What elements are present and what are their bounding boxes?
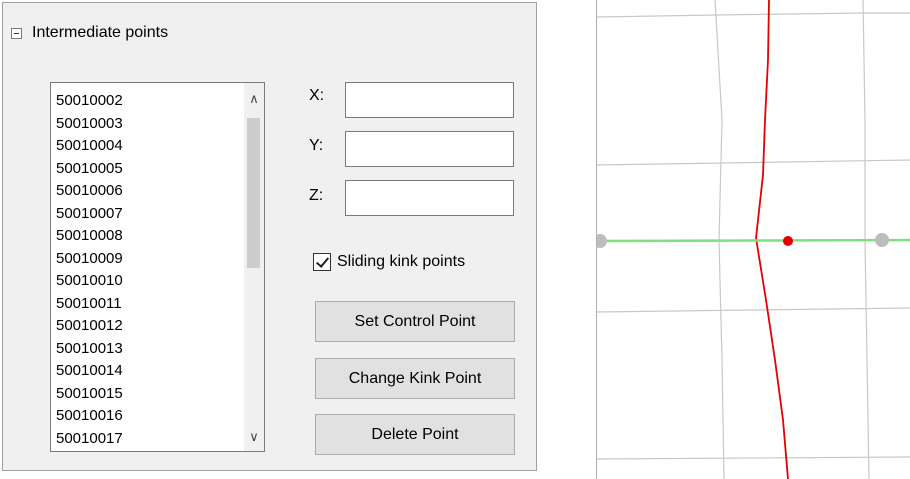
graphics-viewport[interactable] [596,0,910,479]
green-connector [597,238,910,243]
control-point-right [875,233,889,247]
delete-point-button[interactable]: Delete Point [315,414,515,455]
points-list: 50010002 50010003 50010004 50010005 50010006… [56,90,123,450]
list-item[interactable]: 50010016 [56,405,123,428]
grid-line [597,456,910,460]
list-item[interactable]: 50010014 [56,360,123,383]
group-header: Intermediate points [11,23,168,43]
list-item[interactable]: 50010013 [56,338,123,361]
scroll-thumb[interactable] [247,118,260,268]
list-item[interactable]: 50010007 [56,203,123,226]
scroll-up-icon[interactable]: ∧ [244,89,264,109]
sliding-kink-checkbox[interactable] [313,253,331,271]
grid-line [597,307,910,313]
x-label: X: [309,87,325,104]
scroll-down-icon[interactable]: ∨ [244,427,264,447]
z-input[interactable] [345,180,514,216]
list-item[interactable]: 50010017 [56,428,123,451]
set-control-point-button[interactable]: Set Control Point [315,301,515,342]
list-scrollbar[interactable]: ∧ ∨ [244,83,264,451]
sliding-kink-option[interactable]: Sliding kink points [313,251,465,273]
y-input[interactable] [345,131,514,167]
viewport-canvas[interactable] [597,0,910,479]
control-point-left [597,234,607,248]
list-item[interactable]: 50010005 [56,158,123,181]
list-item[interactable]: 50010012 [56,315,123,338]
list-item[interactable]: 50010010 [56,270,123,293]
list-item[interactable]: 50010002 [56,90,123,113]
points-listbox[interactable]: 50010002 50010003 50010004 50010005 50010006… [50,82,265,452]
collapse-icon[interactable] [11,27,22,39]
kink-point [783,236,793,246]
x-input[interactable] [345,82,514,118]
list-item[interactable]: 50010008 [56,225,123,248]
group-title: Intermediate points [32,24,169,41]
y-label: Y: [309,137,324,154]
list-item[interactable]: 50010011 [56,293,123,316]
intermediate-points-panel: Intermediate points 50010002 50010003 5001… [2,2,537,471]
grid-line [597,159,910,166]
list-item[interactable]: 50010003 [56,113,123,136]
sliding-kink-label: Sliding kink points [337,253,466,270]
list-item[interactable]: 50010006 [56,180,123,203]
list-item[interactable]: 50010004 [56,135,123,158]
list-item[interactable]: 50010009 [56,248,123,271]
list-item[interactable]: 50010015 [56,383,123,406]
z-label: Z: [309,187,324,204]
change-kink-point-button[interactable]: Change Kink Point [315,358,515,399]
